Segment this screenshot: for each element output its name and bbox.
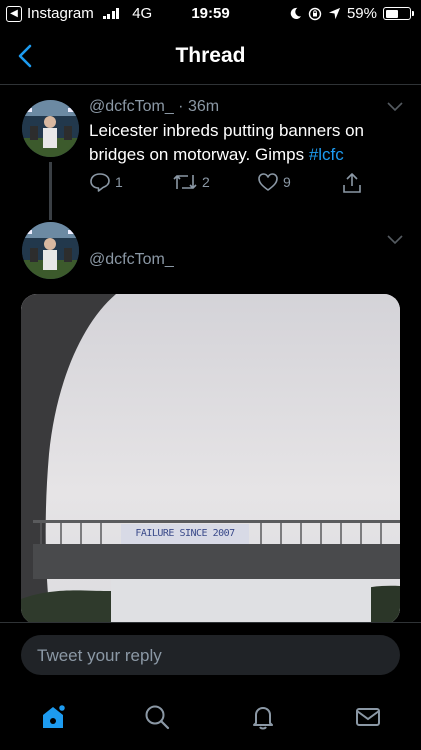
orientation-lock-icon: [308, 7, 322, 20]
reply-placeholder: Tweet your reply: [37, 646, 162, 665]
like-count: 9: [283, 174, 291, 190]
like-button[interactable]: 9: [257, 172, 291, 192]
reply-button[interactable]: 1: [89, 172, 123, 192]
battery-percent: 59%: [346, 5, 377, 22]
search-icon[interactable]: [142, 702, 172, 732]
chevron-down-icon[interactable]: [387, 235, 403, 245]
status-bar: ◀ Instagram 4G 19:59 59%: [0, 0, 421, 28]
thread-connector: [49, 162, 52, 220]
reply-icon: [90, 173, 110, 192]
bottom-tab-bar: [0, 684, 421, 750]
retweet-count: 2: [202, 174, 210, 190]
tweet-handle[interactable]: @dcfcTom_: [89, 251, 174, 269]
tweet-body: Leicester inbreds putting banners on bri…: [89, 119, 409, 167]
battery-icon: [383, 7, 414, 20]
tweet-timestamp: · 36m: [173, 98, 220, 115]
hashtag-link[interactable]: #lcfc: [309, 145, 344, 164]
avatar[interactable]: [22, 222, 79, 279]
messages-icon[interactable]: [353, 702, 383, 732]
reply-bar: Tweet your reply: [0, 622, 421, 685]
avatar-image: [22, 222, 79, 279]
banner-text: FAILURE SINCE 2007: [135, 528, 235, 539]
share-button[interactable]: [341, 172, 363, 194]
share-icon: [343, 173, 361, 193]
retweet-button[interactable]: 2: [172, 172, 210, 192]
tweet-photo[interactable]: FAILURE SINCE 2007: [21, 294, 400, 624]
notifications-icon[interactable]: [248, 702, 278, 732]
avatar[interactable]: [22, 100, 79, 157]
reply-input[interactable]: Tweet your reply: [21, 635, 400, 675]
page-title: Thread: [175, 44, 246, 67]
avatar-image: [22, 100, 79, 157]
reply-count: 1: [115, 174, 123, 190]
heart-icon: [258, 173, 278, 191]
moon-icon: [290, 7, 302, 19]
retweet-icon: [173, 175, 197, 189]
tweet-handle[interactable]: @dcfcTom_: [89, 98, 174, 115]
top-navigation: Thread: [0, 28, 421, 85]
chevron-down-icon[interactable]: [387, 102, 403, 112]
location-icon: [328, 7, 341, 20]
motorway-bridge-image: [21, 294, 400, 624]
home-icon[interactable]: [38, 702, 68, 732]
tweet-actions: 1 2 9: [89, 172, 369, 196]
